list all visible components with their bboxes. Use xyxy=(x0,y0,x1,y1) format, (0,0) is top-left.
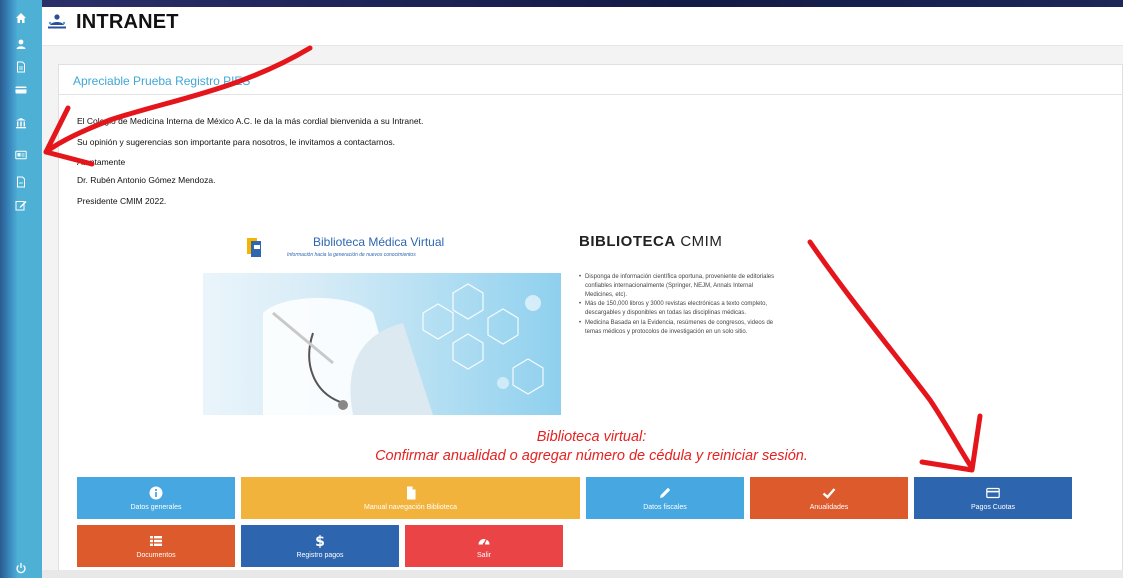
welcome-paragraph: El Colegio de Medicina Interna de México… xyxy=(77,116,424,126)
tile-label: Anualidades xyxy=(809,503,849,511)
library-banner[interactable]: Biblioteca Médica Virtual Información ha… xyxy=(203,215,783,415)
edit-icon xyxy=(15,201,27,211)
main-content: Apreciable Prueba Registro PIES El Coleg… xyxy=(42,46,1123,578)
tile-label: Pagos Cuotas xyxy=(971,503,1015,511)
user-icon xyxy=(16,39,26,49)
library-logo-subtitle: Información hacia la generación de nuevo… xyxy=(287,252,416,258)
list-item: Más de 150,000 libros y 3000 revistas el… xyxy=(579,300,779,318)
manual-biblioteca-button[interactable]: Manual navegación Biblioteca xyxy=(241,477,580,519)
tile-label: Datos fiscales xyxy=(643,503,687,511)
sidebar-item-edit[interactable] xyxy=(14,199,28,211)
power-icon xyxy=(16,563,26,574)
list-icon xyxy=(150,535,162,546)
library-title: BIBLIOTECA CMIM xyxy=(579,233,723,250)
home-icon xyxy=(16,13,26,23)
salir-button[interactable]: Salir xyxy=(405,525,563,567)
datos-generales-button[interactable]: Datos generales xyxy=(77,477,235,519)
file-icon xyxy=(17,176,25,188)
library-logo-icon xyxy=(247,238,261,257)
info-icon xyxy=(149,486,163,499)
check-icon xyxy=(822,487,836,499)
credit-card-icon xyxy=(15,86,27,94)
library-notice-title: Biblioteca virtual: xyxy=(536,429,647,445)
doctor-image-icon xyxy=(263,283,544,415)
sidebar-item-home[interactable] xyxy=(14,12,28,24)
panel-header: Apreciable Prueba Registro PIES xyxy=(59,65,1122,95)
tile-label: Salir xyxy=(476,551,491,559)
tile-label: Manual navegación Biblioteca xyxy=(363,503,457,511)
bank-icon xyxy=(16,118,26,129)
anualidades-button[interactable]: Anualidades xyxy=(750,477,908,519)
sidebar-item-file[interactable] xyxy=(14,176,28,188)
tile-label: Datos generales xyxy=(130,503,182,511)
gauge-icon xyxy=(478,538,490,545)
list-item: Medicina Basada en la Evidencia, resúmen… xyxy=(579,319,779,337)
bottom-strip xyxy=(42,570,1123,578)
sidebar-item-user[interactable] xyxy=(14,38,28,50)
cmim-logo-icon xyxy=(48,14,66,29)
signature-name: Dr. Rubén Antonio Gómez Mendoza. xyxy=(77,175,216,185)
feedback-paragraph: Su opinión y sugerencias son importante … xyxy=(77,137,395,147)
library-notice-instruction: Confirmar anualidad o agregar número de … xyxy=(375,448,808,464)
sidebar-item-document[interactable] xyxy=(14,61,28,73)
tile-label: Documentos xyxy=(136,551,176,559)
tile-label: Registro pagos xyxy=(296,551,344,559)
welcome-panel: Apreciable Prueba Registro PIES El Coleg… xyxy=(58,64,1123,576)
closing-text: Atentamente xyxy=(77,157,126,167)
library-logo-title: Biblioteca Médica Virtual xyxy=(313,235,445,249)
top-strip xyxy=(42,0,1123,7)
registro-pagos-button[interactable]: $ Registro pagos xyxy=(241,525,399,567)
logout-button[interactable] xyxy=(14,562,28,574)
credit-card-icon xyxy=(986,487,1000,498)
doctor-illustration xyxy=(203,273,561,415)
sidebar-item-payments[interactable] xyxy=(14,84,28,96)
dollar-icon: $ xyxy=(315,534,325,548)
pencil-icon xyxy=(660,487,671,498)
greeting-text: Apreciable Prueba Registro PIES xyxy=(73,74,251,88)
datos-fiscales-button[interactable]: Datos fiscales xyxy=(586,477,744,519)
sidebar xyxy=(0,0,42,578)
id-card-icon xyxy=(15,150,27,160)
document-icon xyxy=(406,486,415,499)
library-features-list: Disponga de información científica oport… xyxy=(579,273,779,338)
list-item: Disponga de información científica oport… xyxy=(579,273,779,299)
signature-title: Presidente CMIM 2022. xyxy=(77,196,167,206)
documentos-button[interactable]: Documentos xyxy=(77,525,235,567)
pagos-cuotas-button[interactable]: Pagos Cuotas xyxy=(914,477,1072,519)
document-icon xyxy=(17,61,25,73)
app-title: INTRANET xyxy=(76,11,179,33)
svg-text:$: $ xyxy=(315,534,325,548)
sidebar-item-id-card[interactable] xyxy=(14,149,28,161)
sidebar-item-bank[interactable] xyxy=(14,117,28,129)
